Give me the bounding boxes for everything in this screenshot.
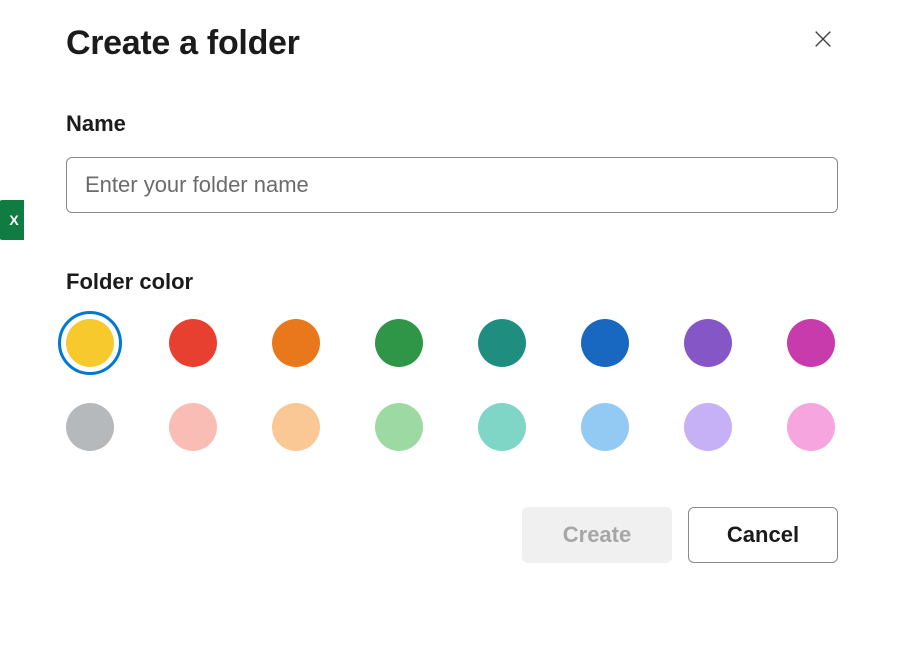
color-swatch-purple[interactable]: [684, 319, 732, 367]
color-swatch-yellow[interactable]: [66, 319, 114, 367]
cancel-button[interactable]: Cancel: [688, 507, 838, 563]
dialog-actions: Create Cancel: [66, 507, 838, 563]
close-icon: [812, 28, 834, 50]
close-button[interactable]: [808, 24, 838, 54]
color-swatch-grey[interactable]: [66, 403, 114, 451]
color-swatch-light-purple[interactable]: [684, 403, 732, 451]
color-swatch-teal[interactable]: [478, 319, 526, 367]
color-swatch-green[interactable]: [375, 319, 423, 367]
color-swatch-light-pink[interactable]: [787, 403, 835, 451]
color-picker-grid: [66, 319, 838, 451]
color-swatch-light-blue[interactable]: [581, 403, 629, 451]
color-label: Folder color: [66, 269, 838, 295]
color-swatch-orange[interactable]: [272, 319, 320, 367]
folder-name-input[interactable]: [66, 157, 838, 213]
color-swatch-magenta[interactable]: [787, 319, 835, 367]
color-swatch-blue[interactable]: [581, 319, 629, 367]
color-swatch-light-green[interactable]: [375, 403, 423, 451]
color-swatch-light-red[interactable]: [169, 403, 217, 451]
color-swatch-light-orange[interactable]: [272, 403, 320, 451]
create-folder-dialog: Create a folder Name Folder color Create…: [24, 0, 880, 664]
dialog-header: Create a folder: [66, 24, 838, 63]
color-swatch-red[interactable]: [169, 319, 217, 367]
color-swatch-light-teal[interactable]: [478, 403, 526, 451]
create-button[interactable]: Create: [522, 507, 672, 563]
name-label: Name: [66, 111, 838, 137]
dialog-title: Create a folder: [66, 24, 300, 63]
